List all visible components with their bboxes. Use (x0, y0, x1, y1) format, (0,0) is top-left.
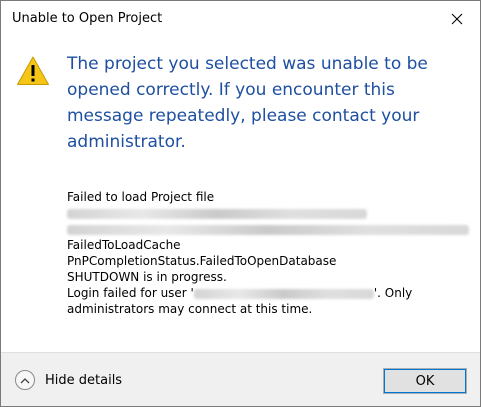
dialog-content: The project you selected was unable to b… (1, 37, 480, 352)
redacted-username (193, 288, 374, 299)
details-line: SHUTDOWN is in progress. (67, 270, 227, 284)
error-details: Failed to load Project file FailedToLoad… (67, 189, 472, 317)
details-line: PnPCompletionStatus.FailedToOpenDatabase (67, 254, 337, 268)
redacted-project-path (67, 205, 472, 221)
details-toggle-button[interactable] (15, 370, 35, 390)
login-failed-line: Login failed for user ' '. Only (67, 285, 472, 301)
hide-details-toggle[interactable]: Hide details (15, 369, 122, 391)
window-title: Unable to Open Project (12, 11, 163, 26)
chevron-up-icon (20, 377, 30, 383)
login-failed-prefix: Login failed for user ' (67, 286, 194, 300)
dialog-footer: Hide details OK (1, 352, 480, 406)
close-button[interactable] (434, 1, 480, 37)
main-instruction: The project you selected was unable to b… (67, 54, 434, 152)
hide-details-label[interactable]: Hide details (45, 373, 122, 388)
redacted-project-id (67, 221, 472, 237)
details-line: FailedToLoadCache (67, 238, 181, 252)
close-icon (451, 13, 463, 25)
login-failed-suffix: '. Only (373, 286, 413, 300)
details-line: administrators may connect at this time. (67, 302, 313, 316)
title-bar: Unable to Open Project (1, 1, 480, 37)
error-dialog: Unable to Open Project The project you s… (0, 0, 481, 407)
warning-triangle-icon (17, 56, 49, 85)
details-line: Failed to load Project file (67, 190, 215, 204)
ok-button[interactable]: OK (383, 368, 467, 394)
